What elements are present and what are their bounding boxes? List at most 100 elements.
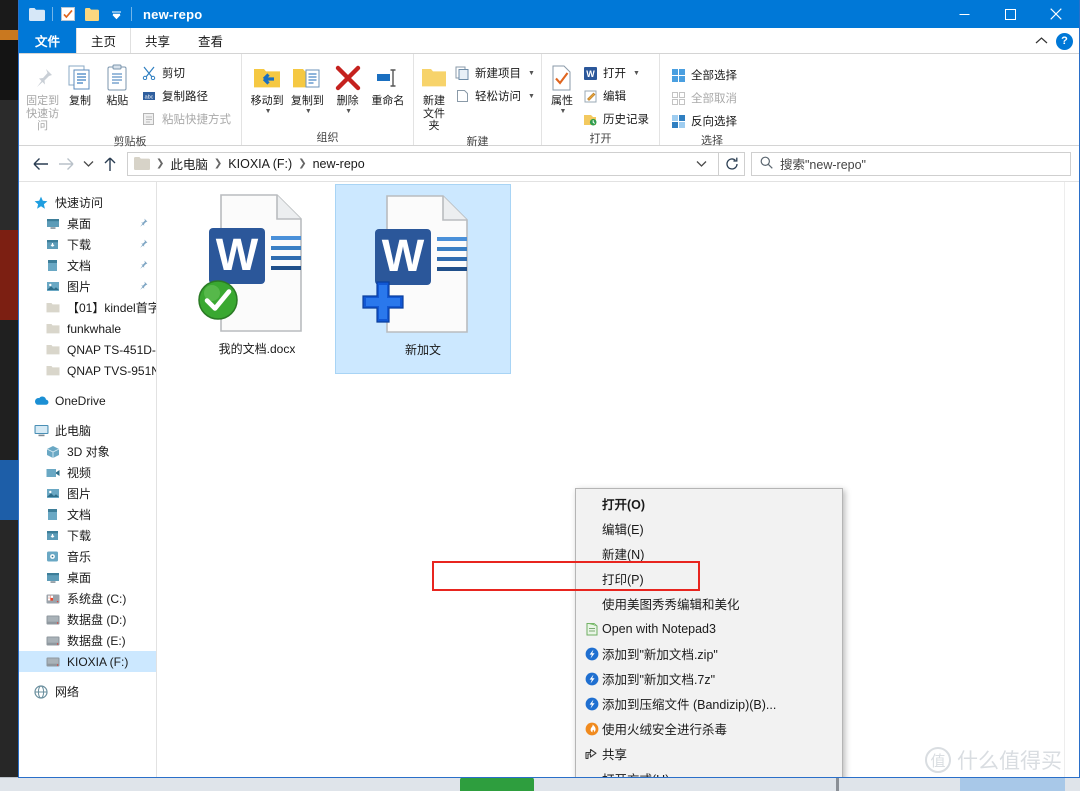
help-icon[interactable]: ? — [1056, 32, 1073, 50]
invert-selection-button[interactable]: 反向选择 — [666, 110, 741, 132]
sidebar-item-music[interactable]: 音乐 — [19, 546, 156, 567]
chevron-down-icon[interactable]: ▼ — [345, 108, 352, 116]
sidebar-item-folder[interactable]: funkwhale — [19, 318, 156, 339]
title-bar[interactable]: new-repo — [19, 0, 1079, 28]
breadcrumb-item-drive[interactable]: KIOXIA (F:) — [226, 157, 294, 171]
customize-dropdown-icon[interactable] — [104, 2, 128, 26]
breadcrumb-item-folder[interactable]: new-repo — [311, 157, 367, 171]
maximize-button[interactable] — [987, 0, 1033, 28]
folder-icon[interactable] — [25, 2, 49, 26]
file-item[interactable]: W 我的文档.docx — [169, 184, 345, 374]
history-button[interactable]: 历史记录 — [578, 108, 653, 130]
sidebar-item-videos[interactable]: 视频 — [19, 462, 156, 483]
taskbar-item[interactable] — [960, 777, 1065, 791]
navigation-pane[interactable]: 快速访问 桌面 下载 文档 图片 【01】kindel首字8 funkwhale… — [19, 182, 157, 777]
search-input[interactable]: 搜索"new-repo" — [751, 151, 1071, 176]
tab-share[interactable]: 共享 — [131, 28, 184, 53]
close-button[interactable] — [1033, 0, 1079, 28]
sidebar-item-pictures[interactable]: 图片 — [19, 483, 156, 504]
rename-button[interactable]: 重命名 — [369, 58, 407, 108]
recent-locations-button[interactable] — [79, 151, 97, 177]
new-item-button[interactable]: 新建项目 ▼ — [450, 62, 539, 84]
pin-icon[interactable] — [138, 217, 148, 231]
pin-icon[interactable] — [138, 280, 148, 294]
menu-item-open-with-notepad3[interactable]: Open with Notepad3 — [576, 616, 842, 641]
tab-file[interactable]: 文件 — [19, 28, 77, 53]
sidebar-item-desktop[interactable]: 桌面 — [19, 567, 156, 588]
file-list-view[interactable]: W 我的文档.docx W 新加文 打开(O) 编辑(E) 新建(N) 打印(P… — [157, 182, 1079, 777]
menu-item-add-to-archive-bandizip[interactable]: 添加到压缩文件 (Bandizip)(B)... — [576, 691, 842, 716]
menu-item-open-with[interactable]: 打开方式(H)... — [576, 766, 842, 777]
nav-header-quick-access[interactable]: 快速访问 — [19, 192, 156, 213]
sidebar-item-documents[interactable]: 文档 — [19, 255, 156, 276]
breadcrumb-item-this-pc[interactable]: 此电脑 — [168, 154, 210, 173]
chevron-down-icon[interactable]: ▼ — [305, 108, 312, 116]
sidebar-item-folder[interactable]: 【01】kindel首字8 — [19, 297, 156, 318]
refresh-button[interactable] — [719, 151, 745, 176]
sidebar-item-system-drive-c[interactable]: 系统盘 (C:) — [19, 588, 156, 609]
menu-item-huorong-scan[interactable]: 使用火绒安全进行杀毒 — [576, 716, 842, 741]
menu-item-new[interactable]: 新建(N) — [576, 541, 842, 566]
chevron-up-icon[interactable] — [1035, 32, 1048, 50]
minimize-button[interactable] — [941, 0, 987, 28]
menu-item-add-to-zip[interactable]: 添加到"新加文档.zip" — [576, 641, 842, 666]
chevron-down-icon[interactable]: ▼ — [560, 108, 567, 116]
chevron-down-icon[interactable]: ▼ — [265, 108, 272, 116]
select-all-button[interactable]: 全部选择 — [666, 64, 741, 86]
breadcrumb[interactable]: ❯ 此电脑 ❯ KIOXIA (F:) ❯ new-repo — [127, 151, 719, 176]
sidebar-item-documents[interactable]: 文档 — [19, 504, 156, 525]
sidebar-item-downloads[interactable]: 下载 — [19, 525, 156, 546]
properties-icon[interactable] — [56, 2, 80, 26]
select-none-button[interactable]: 全部取消 — [666, 87, 741, 109]
sidebar-item-downloads[interactable]: 下载 — [19, 234, 156, 255]
open-button[interactable]: W 打开 ▼ — [578, 62, 653, 84]
breadcrumb-separator[interactable]: ❯ — [155, 158, 165, 169]
breadcrumb-separator[interactable]: ❯ — [297, 158, 307, 169]
menu-item-edit[interactable]: 编辑(E) — [576, 516, 842, 541]
sidebar-item-drive-d[interactable]: 数据盘 (D:) — [19, 609, 156, 630]
sidebar-item-pictures[interactable]: 图片 — [19, 276, 156, 297]
copy-path-button[interactable]: abc 复制路径 — [137, 85, 235, 107]
paste-button[interactable]: 粘贴 — [100, 58, 135, 108]
sidebar-item-kioxia-f[interactable]: KIOXIA (F:) — [19, 651, 156, 672]
delete-button[interactable]: 删除 ▼ — [329, 58, 367, 116]
taskbar-item[interactable] — [460, 777, 534, 791]
menu-item-print[interactable]: 打印(P) — [576, 566, 842, 591]
sidebar-item-onedrive[interactable]: OneDrive — [19, 390, 156, 411]
copy-to-button[interactable]: 复制到 ▼ — [288, 58, 326, 116]
chevron-down-icon[interactable] — [690, 152, 712, 176]
sidebar-item-desktop[interactable]: 桌面 — [19, 213, 156, 234]
sidebar-item-folder[interactable]: QNAP TVS-951N-. — [19, 360, 156, 381]
easy-access-button[interactable]: 轻松访问 ▼ — [450, 85, 539, 107]
chevron-down-icon[interactable]: ▼ — [528, 70, 535, 77]
sidebar-item-3d-objects[interactable]: 3D 对象 — [19, 441, 156, 462]
menu-item-meitu-edit[interactable]: 使用美图秀秀编辑和美化 — [576, 591, 842, 616]
sidebar-item-network[interactable]: 网络 — [19, 681, 156, 702]
taskbar[interactable] — [0, 777, 1080, 791]
chevron-down-icon[interactable]: ▼ — [528, 93, 535, 100]
tab-view[interactable]: 查看 — [184, 28, 237, 53]
up-button[interactable] — [97, 151, 123, 177]
forward-button[interactable] — [53, 151, 79, 177]
copy-button[interactable]: 复制 — [62, 58, 97, 108]
chevron-down-icon[interactable]: ▼ — [633, 70, 640, 77]
pin-to-quick-access-button[interactable]: 固定到快速访问 — [25, 58, 60, 133]
breadcrumb-separator[interactable]: ❯ — [213, 158, 223, 169]
edit-button[interactable]: 编辑 — [578, 85, 653, 107]
menu-item-share[interactable]: 共享 — [576, 741, 842, 766]
sidebar-item-drive-e[interactable]: 数据盘 (E:) — [19, 630, 156, 651]
pin-icon[interactable] — [138, 238, 148, 252]
cut-button[interactable]: 剪切 — [137, 62, 235, 84]
paste-shortcut-button[interactable]: 粘贴快捷方式 — [137, 108, 235, 130]
menu-item-add-to-7z[interactable]: 添加到"新加文档.7z" — [576, 666, 842, 691]
tab-home[interactable]: 主页 — [76, 28, 132, 53]
new-folder-icon[interactable] — [80, 2, 104, 26]
new-folder-button[interactable]: 新建文件夹 — [420, 58, 448, 133]
back-button[interactable] — [27, 151, 53, 177]
sidebar-item-folder[interactable]: QNAP TS-451D-2 — [19, 339, 156, 360]
menu-item-open[interactable]: 打开(O) — [576, 491, 842, 516]
context-menu[interactable]: 打开(O) 编辑(E) 新建(N) 打印(P) 使用美图秀秀编辑和美化 Open… — [575, 488, 843, 777]
pin-icon[interactable] — [138, 259, 148, 273]
move-to-button[interactable]: 移动到 ▼ — [248, 58, 286, 116]
vertical-scrollbar[interactable] — [1064, 182, 1079, 777]
